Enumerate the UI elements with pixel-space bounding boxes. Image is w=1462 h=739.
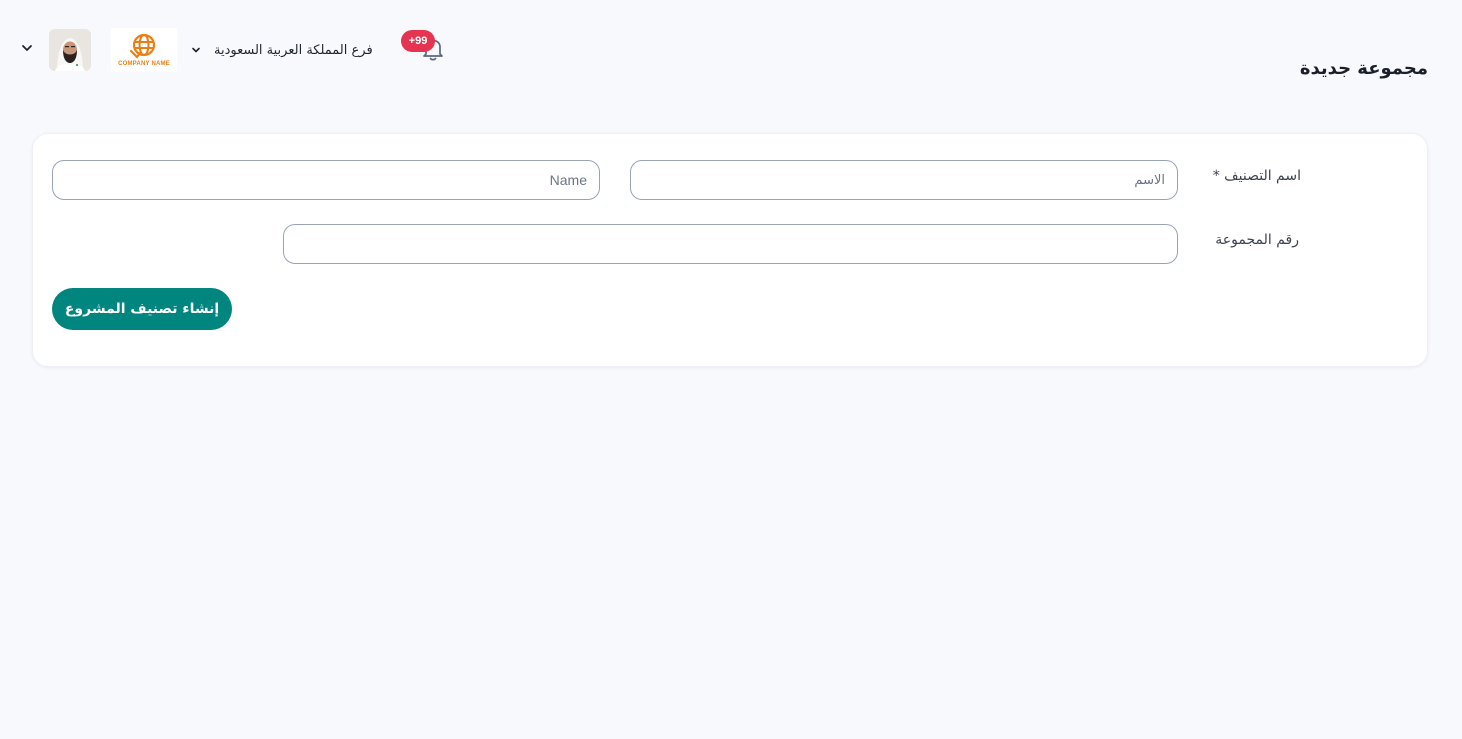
new-group-form-card: اسم التصنيف * رقم المجموعة إنشاء تصنيف ا… (32, 133, 1428, 367)
branch-chevron-down-icon (190, 41, 202, 60)
page-title: مجموعة جديدة (1299, 58, 1428, 79)
english-name-input[interactable] (52, 160, 600, 200)
company-logo-text: COMPANY NAME (118, 61, 170, 67)
notification-count-badge: +99 (401, 30, 435, 52)
category-name-label: اسم التصنيف * (1212, 168, 1301, 184)
company-logo: COMPANY NAME (111, 28, 177, 72)
globe-icon (128, 31, 160, 65)
branch-label: فرع المملكة العربية السعودية (214, 42, 373, 58)
create-project-category-button[interactable]: إنشاء تصنيف المشروع (52, 288, 232, 330)
top-header: COMPANY NAME فرع المملكة العربية السعودي… (0, 0, 1462, 100)
branch-selector[interactable]: فرع المملكة العربية السعودية (190, 38, 373, 62)
group-number-label: رقم المجموعة (1215, 232, 1299, 248)
arabic-name-input[interactable] (630, 160, 1178, 200)
user-avatar[interactable] (49, 29, 91, 71)
user-menu-chevron-down-icon[interactable] (19, 40, 35, 56)
group-number-input[interactable] (283, 224, 1178, 264)
